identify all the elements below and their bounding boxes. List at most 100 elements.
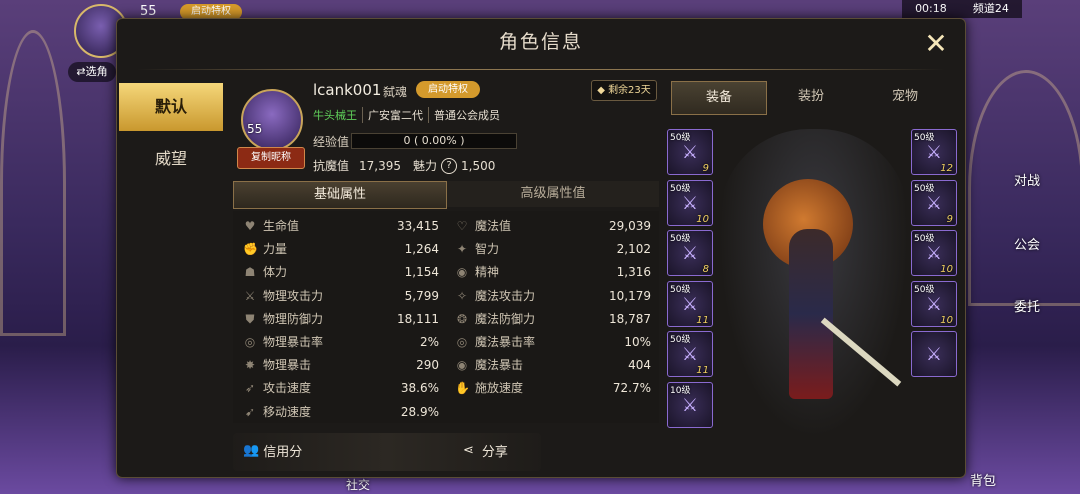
tab-prestige[interactable]: 威望 xyxy=(119,135,223,183)
side-menu-bag[interactable]: 背包 xyxy=(970,470,996,489)
stat-row: ◎ 物理暴击率 2% xyxy=(243,331,439,353)
stat-value: 29,039 xyxy=(609,219,651,233)
equipment-level: 50级 xyxy=(670,284,691,295)
avatar[interactable] xyxy=(241,89,303,151)
equipment-slot[interactable]: ⚔ 50级 9 xyxy=(911,179,957,226)
stat-row: ♥ 生命值 33,415 xyxy=(243,215,439,237)
tab-default[interactable]: 默认 xyxy=(119,83,223,131)
status-bar: 00:18 频道24 xyxy=(902,0,1022,18)
cast-speed-icon: ✋ xyxy=(455,381,470,396)
magic-crit-icon: ◉ xyxy=(456,358,468,373)
stat-row: ✧ 魔法攻击力 10,179 xyxy=(455,285,651,307)
player-class: 弑魂 xyxy=(383,85,408,99)
stat-value: 28.9% xyxy=(400,404,439,419)
stat-row: ⛊ 物理防御力 18,111 xyxy=(243,308,439,330)
equipment-level: 50级 xyxy=(670,133,691,143)
stat-label: 物理攻击力 xyxy=(263,288,324,303)
equipment-slot[interactable]: ⚔ 50级 11 xyxy=(667,331,713,377)
equipment-slot[interactable]: ⚔ 50级 11 xyxy=(667,280,713,327)
equipment-slot[interactable]: ⚔ xyxy=(911,331,957,377)
equipment-level: 50级 xyxy=(670,234,691,244)
side-menu-battle[interactable]: 对战 xyxy=(1014,170,1040,189)
copy-nickname-button[interactable]: 复制昵称 xyxy=(237,147,305,169)
magic-crit-rate-icon: ◎ xyxy=(456,335,468,349)
credit-score-button[interactable]: 👥 信用分 xyxy=(243,441,302,460)
fist-icon: ✊ xyxy=(243,242,258,257)
stat-label: 魔法防御力 xyxy=(475,311,536,326)
equipment-icon: ⚔ xyxy=(681,192,699,214)
status-time: 00:18 xyxy=(915,2,947,15)
equipment-slot[interactable]: ⚔ 50级 10 xyxy=(911,280,957,327)
equipment-level: 50级 xyxy=(670,335,691,345)
stat-value: 1,264 xyxy=(404,242,439,257)
equipment-icon: ⚔ xyxy=(925,192,943,214)
equipment-slot[interactable]: ⚔ 50级 8 xyxy=(667,230,713,276)
stat-value: 2% xyxy=(419,335,439,349)
equipment-slot[interactable]: ⚔ 50级 10 xyxy=(911,230,957,276)
equipment-slot[interactable]: ⚔ 50级 10 xyxy=(667,179,713,226)
title-tags: 牛头械王 广安富二代 普通公会成员 xyxy=(313,107,505,123)
equipment-strengthen: 11 xyxy=(696,365,709,376)
stat-value: 18,111 xyxy=(397,311,439,326)
stat-row: ◉ 精神 1,316 xyxy=(455,261,651,283)
resist-row: 抗魔值 17,395 xyxy=(313,157,401,174)
equipment-strengthen: 12 xyxy=(940,163,953,174)
equipment-level: 50级 xyxy=(914,133,935,143)
question-icon[interactable]: ? xyxy=(441,157,458,174)
close-icon[interactable]: ✕ xyxy=(921,29,951,59)
stat-row: ✦ 智力 2,102 xyxy=(455,238,651,260)
stat-value: 404 xyxy=(628,358,651,373)
equipment-level: 10级 xyxy=(670,385,691,396)
side-menu-commission[interactable]: 委托 xyxy=(1014,296,1040,315)
equipment-slot[interactable]: ⚔ 50级 9 xyxy=(667,129,713,175)
side-menu-guild[interactable]: 公会 xyxy=(1014,234,1040,253)
privilege-badge[interactable]: 启动特权 xyxy=(416,81,480,98)
stat-row: ⚔ 物理攻击力 5,799 xyxy=(243,285,439,307)
stat-value: 10% xyxy=(624,335,651,349)
stat-value: 5,799 xyxy=(404,288,439,303)
crit-rate-icon: ◎ xyxy=(244,335,256,349)
stat-label: 力量 xyxy=(263,242,288,257)
equipment-icon: ⚔ xyxy=(925,344,943,365)
tab-basic-attributes[interactable]: 基础属性 xyxy=(233,181,447,209)
body-icon: ☗ xyxy=(244,265,256,280)
tag-title: 牛头械王 xyxy=(313,109,357,122)
equipment-slot[interactable]: ⚔ 50级 12 xyxy=(911,129,957,175)
magic-defense-icon: ❂ xyxy=(456,311,468,326)
bottom-social[interactable]: 社交 xyxy=(346,476,370,493)
stat-value: 72.7% xyxy=(612,381,651,396)
spirit-icon: ◉ xyxy=(456,265,468,280)
equipment-icon: ⚔ xyxy=(681,142,699,163)
share-icon: ⋖ xyxy=(463,443,474,458)
crit-icon: ✸ xyxy=(244,358,256,373)
equipment-strengthen: 10 xyxy=(696,213,709,225)
stat-label: 魔法攻击力 xyxy=(475,288,536,303)
credit-label: 信用分 xyxy=(263,445,303,460)
tab-advanced-attributes[interactable]: 高级属性值 xyxy=(447,181,659,207)
exp-label: 经验值 xyxy=(313,135,350,149)
sword-icon: ⚔ xyxy=(244,288,256,303)
stat-value: 10,179 xyxy=(609,288,651,303)
modal-title-divider xyxy=(137,69,945,70)
tag-rank: 广安富二代 xyxy=(362,107,428,123)
stat-row: ✋ 施放速度 72.7% xyxy=(455,377,651,399)
equipment-icon: ⚔ xyxy=(925,243,943,264)
stat-label: 体力 xyxy=(263,265,288,280)
equipment-strengthen: 10 xyxy=(940,264,953,275)
tab-costume[interactable]: 装扮 xyxy=(771,81,851,113)
equipment-strengthen: 11 xyxy=(696,314,709,326)
character-figure xyxy=(789,229,833,399)
equipment-slot[interactable]: ⚔ 10级 xyxy=(667,381,713,428)
resist-value: 17,395 xyxy=(359,159,402,173)
stat-value: 2,102 xyxy=(616,242,651,257)
share-button[interactable]: ⋖ 分享 xyxy=(463,441,508,460)
equipment-level: 50级 xyxy=(914,183,935,194)
stat-row: ☗ 体力 1,154 xyxy=(243,261,439,283)
select-role-button[interactable]: ⇄选角 xyxy=(68,62,116,82)
heart-icon: ♥ xyxy=(244,219,256,233)
tab-equipment[interactable]: 装备 xyxy=(671,81,767,115)
equipment-icon: ⚔ xyxy=(681,394,699,416)
stat-value: 1,154 xyxy=(404,265,439,280)
tab-pet[interactable]: 宠物 xyxy=(861,81,949,113)
equipment-icon: ⚔ xyxy=(681,243,699,264)
